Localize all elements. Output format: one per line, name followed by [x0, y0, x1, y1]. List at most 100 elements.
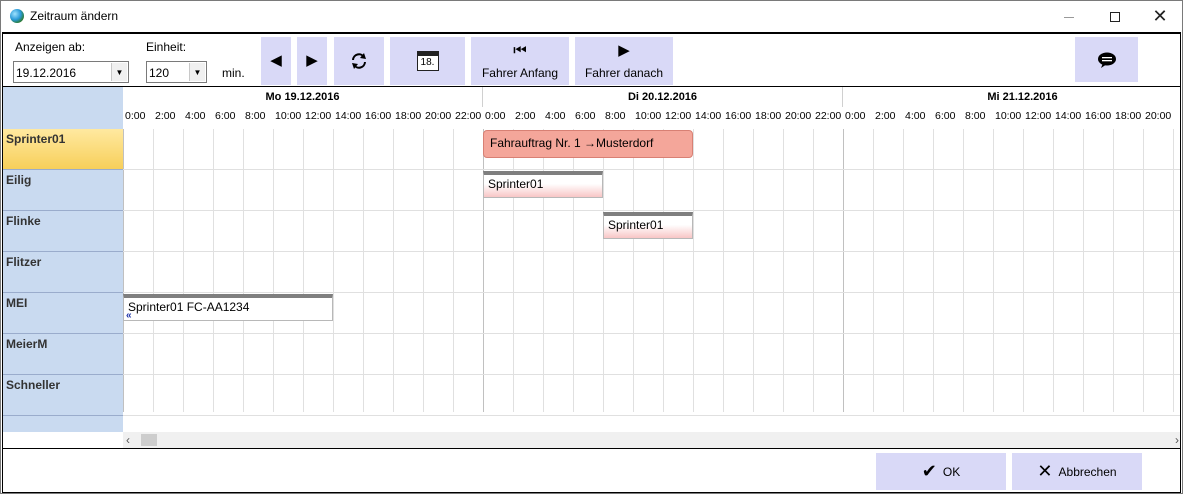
hour-label: 20:00 — [785, 110, 812, 122]
grid-column-line — [903, 129, 904, 412]
appointment[interactable]: Sprinter01 — [483, 171, 603, 198]
timeline-grid[interactable]: Fahrauftrag Nr. 1 →Musterdorf Sprinter01 S… — [123, 129, 1180, 416]
ok-button[interactable]: ✔ OK — [876, 453, 1006, 490]
hour-label: 10:00 — [995, 110, 1022, 122]
day-header: Di 20.12.2016 — [483, 87, 843, 107]
grid-column-line — [423, 129, 424, 412]
grid-column-line — [303, 129, 304, 412]
appointment[interactable]: Sprinter01 FC-AA1234 « — [123, 294, 333, 321]
refresh-icon — [352, 53, 366, 69]
continued-left-icon: « — [126, 310, 132, 321]
driver-after-label: Fahrer danach — [584, 66, 664, 80]
hour-label: 2:00 — [155, 110, 176, 122]
hour-label: 4:00 — [185, 110, 206, 122]
maximize-button[interactable] — [1092, 1, 1138, 32]
grid-column-line — [1053, 129, 1054, 412]
grid-column-line — [663, 129, 664, 412]
resource-name: MeierM — [6, 337, 48, 351]
grid-column-line — [123, 129, 124, 412]
resource-row-mei[interactable]: MEI — [3, 293, 123, 334]
grid-column-line — [153, 129, 154, 412]
appointment-text: Fahrauftrag Nr. 1 →Musterdorf — [490, 136, 654, 150]
grid-column-line — [873, 129, 874, 412]
resource-row-flinke[interactable]: Flinke — [3, 211, 123, 252]
unit-combobox[interactable]: 120 ▼ — [146, 61, 207, 83]
hour-label: 8:00 — [965, 110, 986, 122]
hour-label: 20:00 — [425, 110, 452, 122]
hour-label: 0:00 — [485, 110, 506, 122]
minimize-icon — [1064, 17, 1074, 18]
hour-label: 18:00 — [395, 110, 422, 122]
hour-label: 6:00 — [575, 110, 596, 122]
scroll-thumb[interactable] — [141, 434, 157, 446]
dialog-window: Zeitraum ändern ✕ Anzeigen ab: 19.12.201… — [0, 0, 1183, 494]
hour-label: 0:00 — [125, 110, 146, 122]
grid-column-line — [363, 129, 364, 412]
day-header: Mo 19.12.2016 — [123, 87, 483, 107]
close-window-icon: ✕ — [1152, 6, 1168, 26]
grid-column-line — [963, 129, 964, 412]
driver-start-button[interactable]: ⏮ Fahrer Anfang — [471, 37, 569, 85]
grid-column-line — [753, 129, 754, 412]
scroll-right-icon[interactable]: › — [1175, 433, 1179, 447]
show-from-label: Anzeigen ab: — [15, 40, 86, 54]
grid-row-line — [123, 251, 1180, 252]
resource-name: Eilig — [6, 173, 32, 187]
hour-label: 14:00 — [335, 110, 362, 122]
close-window-button[interactable]: ✕ — [1137, 1, 1183, 32]
comment-button[interactable] — [1075, 37, 1138, 82]
resource-row-schneller[interactable]: Schneller — [3, 375, 123, 416]
hour-label: 4:00 — [545, 110, 566, 122]
calendar-day-text: 18. — [420, 57, 435, 68]
resource-row-eilig[interactable]: Eilig — [3, 170, 123, 211]
unit-dropdown-arrow-icon[interactable]: ▼ — [189, 63, 205, 81]
minimize-button[interactable] — [1046, 1, 1092, 32]
next-button[interactable]: ▶ — [297, 37, 327, 85]
scroll-left-icon[interactable]: ‹ — [126, 433, 130, 447]
resource-row-flitzer[interactable]: Flitzer — [3, 252, 123, 293]
day-header: Mi 21.12.2016 — [843, 87, 1180, 107]
hour-label: 4:00 — [905, 110, 926, 122]
resource-name: Flinke — [6, 214, 41, 228]
resource-row-sprinter01[interactable]: Sprinter01 — [3, 129, 123, 170]
grid-column-line — [1083, 129, 1084, 412]
hour-label: 6:00 — [935, 110, 956, 122]
toolbar: Anzeigen ab: 19.12.2016 ▼ Einheit: 120 ▼… — [2, 32, 1181, 87]
hour-label: 8:00 — [245, 110, 266, 122]
driver-after-button[interactable]: ▶ Fahrer danach — [575, 37, 673, 85]
grid-column-line — [333, 129, 334, 412]
hour-label: 18:00 — [1115, 110, 1142, 122]
appointment[interactable]: Fahrauftrag Nr. 1 →Musterdorf — [483, 130, 693, 158]
hour-label: 0:00 — [845, 110, 866, 122]
resource-row-meierm[interactable]: MeierM — [3, 334, 123, 375]
check-icon: ✔ — [921, 461, 937, 481]
show-from-dropdown-arrow-icon[interactable]: ▼ — [111, 63, 127, 81]
ok-label: OK — [942, 464, 961, 479]
grid-column-line — [933, 129, 934, 412]
resource-name: Schneller — [6, 378, 61, 392]
hour-label: 22:00 — [815, 110, 842, 122]
calendar-button[interactable]: 18. — [390, 37, 465, 85]
grid-column-line — [243, 129, 244, 412]
grid-row-line — [123, 169, 1180, 170]
hour-label: 2:00 — [875, 110, 896, 122]
horizontal-scrollbar[interactable]: ‹ › — [123, 432, 1180, 448]
refresh-button[interactable] — [334, 37, 384, 85]
appointment-text: Sprinter01 FC-AA1234 — [128, 300, 250, 314]
hour-label: 12:00 — [1025, 110, 1052, 122]
grid-row-line — [123, 210, 1180, 211]
grid-column-line — [783, 129, 784, 412]
hour-label: 14:00 — [1055, 110, 1082, 122]
grid-column-line — [1143, 129, 1144, 412]
app-globe-icon — [10, 9, 24, 23]
appointment[interactable]: Sprinter01 — [603, 212, 693, 239]
skip-start-icon: ⏮ — [513, 42, 527, 59]
previous-button[interactable]: ◀ — [261, 37, 291, 85]
grid-row-line — [123, 333, 1180, 334]
show-from-combobox[interactable]: 19.12.2016 ▼ — [13, 61, 129, 83]
cancel-button[interactable]: ✕ Abbrechen — [1012, 453, 1142, 490]
appointment-text: Sprinter01 — [608, 218, 664, 232]
hour-label: 10:00 — [635, 110, 662, 122]
schedule-view: Sprinter01 Eilig Flinke Flitzer MEI MeierM Sch… — [2, 87, 1181, 448]
grid-column-line — [1023, 129, 1024, 412]
